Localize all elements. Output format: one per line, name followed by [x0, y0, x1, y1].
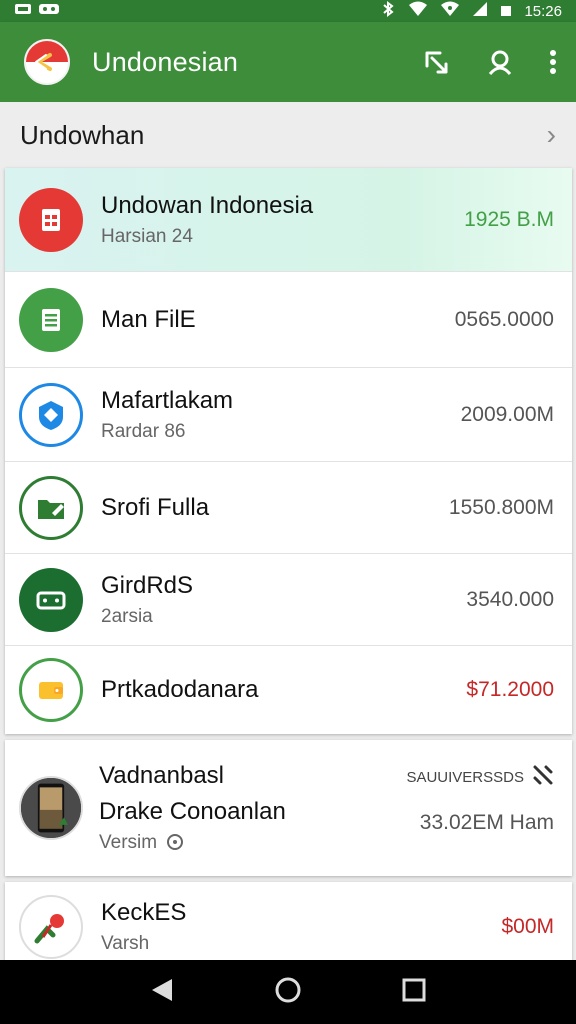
search-icon[interactable] — [486, 48, 514, 76]
document-icon — [19, 187, 83, 252]
back-icon[interactable] — [150, 977, 174, 1008]
version-icon — [162, 832, 184, 853]
pin-icon — [19, 895, 83, 959]
item-title: Prtkadodanara — [101, 676, 259, 703]
item-value: 3540.000 — [466, 587, 554, 611]
list-item[interactable]: Undowan Indonesia Harsian 24 1925 B.M — [5, 168, 572, 272]
item-subtitle: Versim — [99, 832, 158, 853]
home-icon[interactable] — [274, 976, 302, 1009]
signal-icon — [440, 1, 460, 22]
navigation-bar — [0, 960, 576, 1024]
app-bar: Undonesian — [0, 22, 576, 102]
list-item[interactable]: KeckES Varsh $00M — [5, 882, 572, 962]
back-arrow-icon — [35, 53, 52, 71]
item-value: $00M — [501, 915, 554, 938]
item-subtitle: Varsh — [101, 933, 150, 954]
item-value: 1925 B.M — [464, 207, 554, 231]
recents-icon[interactable] — [402, 978, 426, 1007]
item-title-secondary: Drake Conoanlan — [99, 798, 286, 825]
battery-icon — [500, 1, 512, 22]
item-subtitle: Rardar 86 — [101, 420, 186, 442]
item-value: 1550.800M — [448, 495, 554, 519]
item-title: KeckES — [101, 899, 187, 926]
shortcut-icon[interactable] — [424, 48, 452, 76]
photo-icon — [19, 776, 83, 840]
list-card-location[interactable]: KeckES Varsh $00M — [5, 882, 572, 962]
app-actions — [424, 48, 558, 76]
list-item[interactable]: Prtkadodanara $71.2000 — [5, 646, 572, 734]
status-left-icons — [14, 2, 60, 21]
notification-icon — [38, 2, 60, 21]
item-meta: SAUUIVERSSDS — [406, 769, 524, 786]
item-value: 0565.0000 — [454, 307, 554, 331]
signal-icon — [472, 1, 488, 22]
list-item[interactable]: GirdRdS 2arsia 3540.000 — [5, 554, 572, 646]
status-bar: 15:26 — [0, 0, 576, 22]
folder-edit-icon — [19, 475, 83, 540]
wallet-icon — [19, 658, 83, 722]
item-subtitle: Harsian 24 — [101, 225, 193, 247]
section-header[interactable]: Undowhan › — [0, 102, 576, 168]
app-title: Undonesian — [92, 46, 239, 77]
list-card-top: Undowan Indonesia Harsian 24 1925 B.M Ma… — [5, 168, 572, 734]
item-value: 2009.00M — [460, 402, 554, 426]
item-title: Vadnanbasl — [99, 762, 224, 789]
status-time: 15:26 — [524, 2, 562, 20]
item-title: Undowan Indonesia — [101, 191, 314, 219]
status-right-icons: 15:26 — [380, 0, 562, 22]
list-item[interactable]: Man FilE 0565.0000 — [5, 272, 572, 368]
item-value: $71.2000 — [466, 678, 554, 701]
list-icon — [19, 287, 83, 352]
tools-icon[interactable] — [532, 764, 554, 791]
bluetooth-icon — [380, 0, 396, 22]
list-card-media[interactable]: Vadnanbasl Drake Conoanlan Versim SAUUIV… — [5, 740, 572, 876]
item-title: Mafartlakam — [101, 386, 234, 414]
wifi-icon — [408, 1, 428, 22]
app-logo[interactable] — [24, 39, 70, 85]
list-item[interactable]: Mafartlakam Rardar 86 2009.00M — [5, 368, 572, 462]
list-item[interactable]: Srofi Fulla 1550.800M — [5, 462, 572, 554]
item-subtitle: 2arsia — [101, 605, 153, 627]
list-item[interactable]: Vadnanbasl Drake Conoanlan Versim SAUUIV… — [5, 740, 572, 876]
chevron-right-icon: › — [546, 119, 556, 150]
item-value: 33.02EM Ham — [419, 811, 554, 834]
notification-icon — [14, 2, 32, 21]
card-icon — [19, 567, 83, 632]
item-title: Srofi Fulla — [101, 493, 210, 521]
item-title: Man FilE — [101, 305, 196, 333]
shield-icon — [19, 382, 83, 447]
section-title: Undowhan — [20, 119, 145, 150]
more-vert-icon[interactable] — [548, 48, 558, 76]
item-title: GirdRdS — [101, 571, 194, 599]
